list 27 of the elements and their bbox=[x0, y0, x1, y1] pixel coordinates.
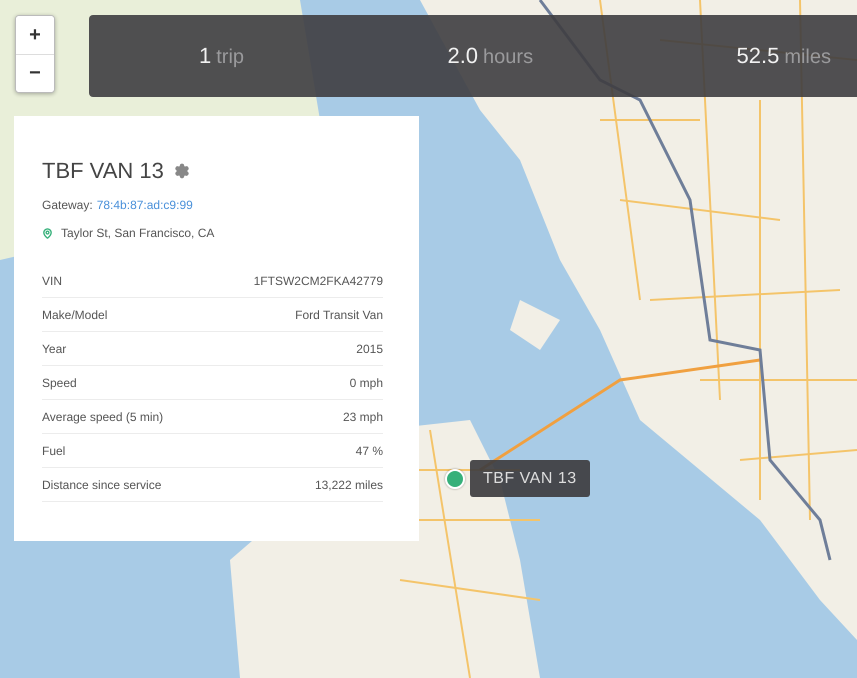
detail-label: Year bbox=[42, 342, 66, 356]
zoom-out-button[interactable]: − bbox=[16, 54, 54, 92]
location-pin-icon bbox=[42, 228, 53, 238]
detail-label: Distance since service bbox=[42, 478, 162, 492]
detail-label: VIN bbox=[42, 274, 62, 288]
detail-label: Speed bbox=[42, 376, 77, 390]
summary-value: 52.5 bbox=[736, 43, 780, 69]
summary-value: 2.0 bbox=[447, 43, 478, 69]
detail-value: 47 % bbox=[356, 444, 383, 458]
detail-value: Ford Transit Van bbox=[295, 308, 383, 322]
detail-label: Fuel bbox=[42, 444, 66, 458]
zoom-in-button[interactable]: + bbox=[16, 16, 54, 54]
vehicle-name: TBF VAN 13 bbox=[42, 158, 164, 184]
summary-unit: hours bbox=[483, 46, 534, 69]
detail-value: 0 mph bbox=[350, 376, 383, 390]
summary-unit: miles bbox=[784, 46, 831, 69]
gateway-label: Gateway: bbox=[42, 198, 93, 212]
detail-value: 1FTSW2CM2FKA42779 bbox=[254, 274, 383, 288]
location-text: Taylor St, San Francisco, CA bbox=[61, 226, 214, 240]
summary-value: 1 bbox=[199, 43, 212, 69]
detail-value: 13,222 miles bbox=[314, 478, 383, 492]
summary-unit: trip bbox=[216, 46, 244, 69]
detail-value: 2015 bbox=[356, 342, 383, 356]
detail-label: Average speed (5 min) bbox=[42, 410, 164, 424]
detail-value: 23 mph bbox=[342, 410, 383, 424]
vehicle-tooltip: TBF VAN 13 bbox=[470, 460, 590, 497]
detail-label: Make/Model bbox=[42, 308, 108, 322]
